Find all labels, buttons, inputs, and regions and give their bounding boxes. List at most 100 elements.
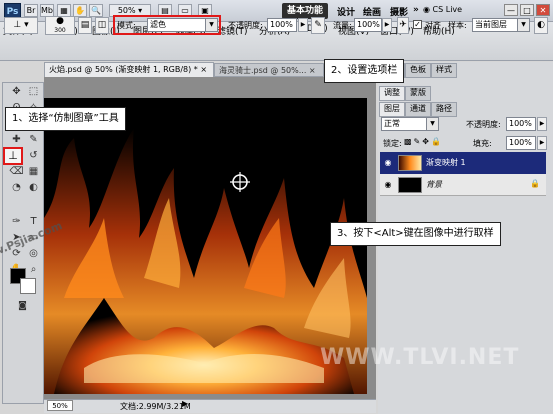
pen-tool-icon[interactable]: ✑ [8,214,25,230]
brush-tool-icon[interactable]: ✎ [25,132,42,148]
zoom-level-value: 50% [117,6,136,15]
layer-thumbnail [398,177,422,193]
marquee-tool-icon[interactable]: ⬚ [25,84,42,100]
history-brush-tool-icon[interactable]: ↺ [25,148,42,164]
cs-live-label: CS Live [432,5,463,14]
callout-step2: 2、设置选项栏 [324,59,405,83]
ignore-adjustment-layers-icon[interactable]: ◐ [534,17,548,34]
clone-stamp-tool-icon[interactable]: ⊥ [3,147,23,165]
flow-label: 流量: [333,21,352,30]
eye-icon[interactable]: ◉ [383,180,393,190]
fire-image [44,98,367,394]
cs-live-icon: ◉ [423,5,430,14]
fill-label: 填充: [473,139,492,148]
tab-swatches[interactable]: 色板 [405,63,431,78]
dodge-tool-icon[interactable]: ◐ [25,180,42,196]
layer-thumbnail [398,155,422,171]
tab-adjustments[interactable]: 调整 [379,86,405,101]
brush-dot-icon: ● [56,16,64,26]
callout-step3: 3、按下<Alt>键在图像中进行取样 [330,222,501,246]
chevron-down-icon: ▼ [426,118,438,130]
brush-size-value: 300 [54,27,66,34]
document-size-info[interactable]: 文档:2.99M/3.21M [120,401,191,412]
tab-channels[interactable]: 通道 [405,102,431,117]
watermark-bottom: WWW.TLVI.NET [320,345,520,370]
layer-row-background[interactable]: ◉ 背景 🔒 [380,174,546,196]
sample-value: 当前图层 [475,20,507,29]
clone-source-panel-icon[interactable]: ◫ [95,17,109,34]
aligned-checkbox[interactable]: ✓ [413,20,422,29]
tool-preset-picker[interactable]: ⊥ ▾ [4,17,38,34]
layer-opacity-label: 不透明度: [466,120,501,129]
status-zoom-input[interactable]: 50% [47,400,73,411]
layer-name[interactable]: 渐变映射 1 [426,152,466,174]
chevron-down-icon: ▼ [205,19,217,31]
eraser-tool-icon[interactable]: ⌫ [8,164,25,180]
opacity-label: 不透明度: [228,21,263,30]
clone-stamp-icon: ⊥ [13,20,22,30]
pressure-opacity-icon[interactable]: ✎ [311,17,325,34]
layer-opacity-slider-button[interactable]: ▶ [537,117,547,131]
gradient-tool-icon[interactable]: ▦ [25,164,42,180]
spot-heal-tool-icon[interactable]: ✚ [8,132,25,148]
mode-select[interactable]: 滤色 ▼ [147,18,218,32]
sample-select[interactable]: 当前图层 ▼ [472,18,530,32]
aligned-label: 对齐 [425,21,441,30]
close-button[interactable]: ✕ [536,4,550,16]
opacity-input[interactable]: 100% [267,18,297,32]
image-canvas[interactable] [44,98,367,394]
layer-name[interactable]: 背景 [426,174,442,196]
eye-icon[interactable]: ◉ [383,158,393,168]
move-tool-icon[interactable]: ✥ [8,84,25,100]
blur-tool-icon[interactable]: ◔ [8,180,25,196]
layer-opacity-input[interactable]: 100% [506,117,536,131]
close-icon[interactable]: × [309,66,316,75]
opacity-slider-button[interactable]: ▶ [298,18,308,32]
tab-paths[interactable]: 路径 [431,102,457,117]
brush-preset-picker[interactable]: ● 300 [45,16,75,35]
flow-input[interactable]: 100% [354,18,382,32]
blend-mode-select[interactable]: 正常 ▼ [381,117,439,131]
3d-orbit-tool-icon[interactable]: ◎ [25,246,42,262]
zoom-view-button[interactable]: 🔍 [89,4,103,17]
status-menu-arrow-icon[interactable]: ▶ [182,399,188,408]
tab-document-knight-label: 海灵骑士.psd @ 50%... [219,66,307,75]
layer-row-gradient-map[interactable]: ◉ 渐变映射 1 [380,152,546,174]
workspace-more[interactable]: » [413,5,419,15]
brush-panel-icon[interactable]: ▤ [78,17,92,34]
zoom-tool-icon[interactable]: ⌕ [25,262,42,278]
chevron-down-icon: ▼ [517,19,529,31]
mode-label: 模式: [117,21,136,30]
tab-layers[interactable]: 图层 [379,102,405,117]
lock-label: 锁定: [383,139,402,148]
background-color-swatch[interactable] [20,278,36,294]
tab-document-fire-label: 火焰.psd @ 50% (渐变映射 1, RGB/8) * [49,65,198,74]
cs-live-button[interactable]: ◉ CS Live [423,5,462,14]
status-bar [44,399,376,413]
lock-icon: 🔒 [530,179,540,188]
workspace-paint[interactable]: 绘画 [363,5,381,18]
bridge-button[interactable]: Br [24,4,38,17]
tab-masks[interactable]: 蒙版 [405,86,431,101]
fill-input[interactable]: 100% [506,136,536,150]
sample-crosshair-icon [230,172,250,192]
tab-document-knight[interactable]: 海灵骑士.psd @ 50%... × [214,63,324,77]
workspace-design[interactable]: 设计 [337,5,355,18]
airbrush-icon[interactable]: ✈ [397,17,409,34]
hand-view-button[interactable]: ✋ [73,4,87,17]
quick-mask-icon[interactable]: ◙ [14,298,31,314]
fill-slider-button[interactable]: ▶ [537,136,547,150]
lock-icons[interactable]: ▩✎✥🔒 [404,137,443,146]
layers-panel-tabs: 图层 通道 路径 [379,102,457,117]
mode-value: 滤色 [150,20,166,29]
blend-mode-value: 正常 [384,119,400,128]
flow-slider-button[interactable]: ▶ [382,18,392,32]
tab-document-fire[interactable]: 火焰.psd @ 50% (渐变映射 1, RGB/8) * × [44,62,214,77]
callout-step1: 1、选择“仿制图章”工具 [5,107,126,131]
close-icon[interactable]: × [200,65,207,74]
adjustments-panel-tabs: 调整 蒙版 [379,86,431,101]
tab-styles[interactable]: 样式 [431,63,457,78]
minimize-button[interactable]: — [504,4,518,16]
sample-label: 样本: [448,21,467,30]
restore-button[interactable]: □ [520,4,534,16]
